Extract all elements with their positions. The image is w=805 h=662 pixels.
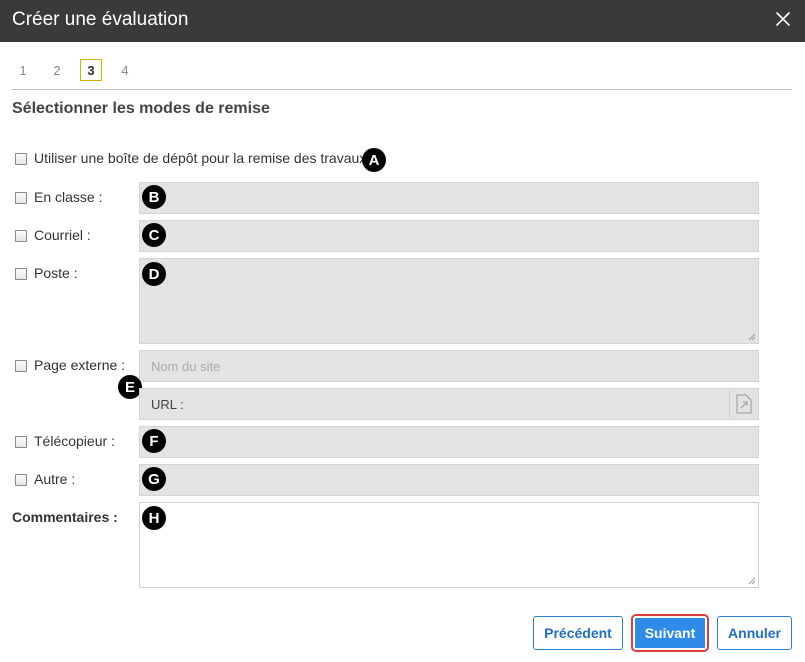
badge-d: D (142, 262, 166, 286)
autre-input[interactable] (139, 464, 759, 496)
step-indicator: 1 2 3 4 (12, 58, 148, 82)
commentaires-label: Commentaires : (12, 509, 118, 525)
badge-a: A (362, 148, 386, 172)
poste-checkbox[interactable] (15, 268, 27, 280)
badge-h: H (142, 506, 166, 530)
url-label: URL : (151, 397, 184, 412)
dialog-title: Créer une évaluation (12, 9, 189, 30)
badge-b: B (142, 185, 166, 209)
divider (12, 89, 792, 90)
autre-checkbox[interactable] (15, 474, 27, 486)
poste-textarea[interactable] (139, 258, 759, 344)
site-name-input[interactable]: Nom du site (139, 350, 759, 382)
page-externe-label: Page externe : (34, 357, 126, 373)
external-link-icon[interactable] (729, 390, 757, 418)
en-classe-checkbox[interactable] (15, 192, 27, 204)
badge-c: C (142, 223, 166, 247)
dropbox-label: Utiliser une boîte de dépôt pour la remi… (34, 150, 367, 166)
poste-label: Poste : (34, 265, 78, 281)
step-3-active[interactable]: 3 (80, 59, 102, 81)
autre-label: Autre : (34, 471, 76, 487)
telecopieur-input[interactable] (139, 426, 759, 458)
next-button[interactable]: Suivant (633, 616, 707, 650)
step-2[interactable]: 2 (46, 59, 68, 81)
telecopieur-label: Télécopieur : (34, 433, 115, 449)
en-classe-label: En classe : (34, 189, 103, 205)
dialog-titlebar: Créer une évaluation (0, 0, 805, 42)
cancel-button[interactable]: Annuler (717, 616, 792, 650)
resize-grip-icon[interactable] (746, 575, 756, 585)
url-input[interactable]: URL : (139, 388, 759, 420)
courriel-label: Courriel : (34, 227, 91, 243)
step-1[interactable]: 1 (12, 59, 34, 81)
badge-f: F (142, 429, 166, 453)
close-icon[interactable] (773, 9, 793, 29)
previous-button[interactable]: Précédent (533, 616, 623, 650)
en-classe-input[interactable] (139, 182, 759, 214)
site-name-placeholder: Nom du site (151, 359, 221, 374)
page-externe-checkbox[interactable] (15, 360, 27, 372)
commentaires-textarea[interactable] (139, 502, 759, 588)
badge-g: G (142, 467, 166, 491)
telecopieur-checkbox[interactable] (15, 436, 27, 448)
step-4[interactable]: 4 (114, 59, 136, 81)
dropbox-checkbox[interactable] (15, 153, 27, 165)
section-title: Sélectionner les modes de remise (12, 100, 270, 117)
courriel-input[interactable] (139, 220, 759, 252)
courriel-checkbox[interactable] (15, 230, 27, 242)
resize-grip-icon[interactable] (746, 331, 756, 341)
